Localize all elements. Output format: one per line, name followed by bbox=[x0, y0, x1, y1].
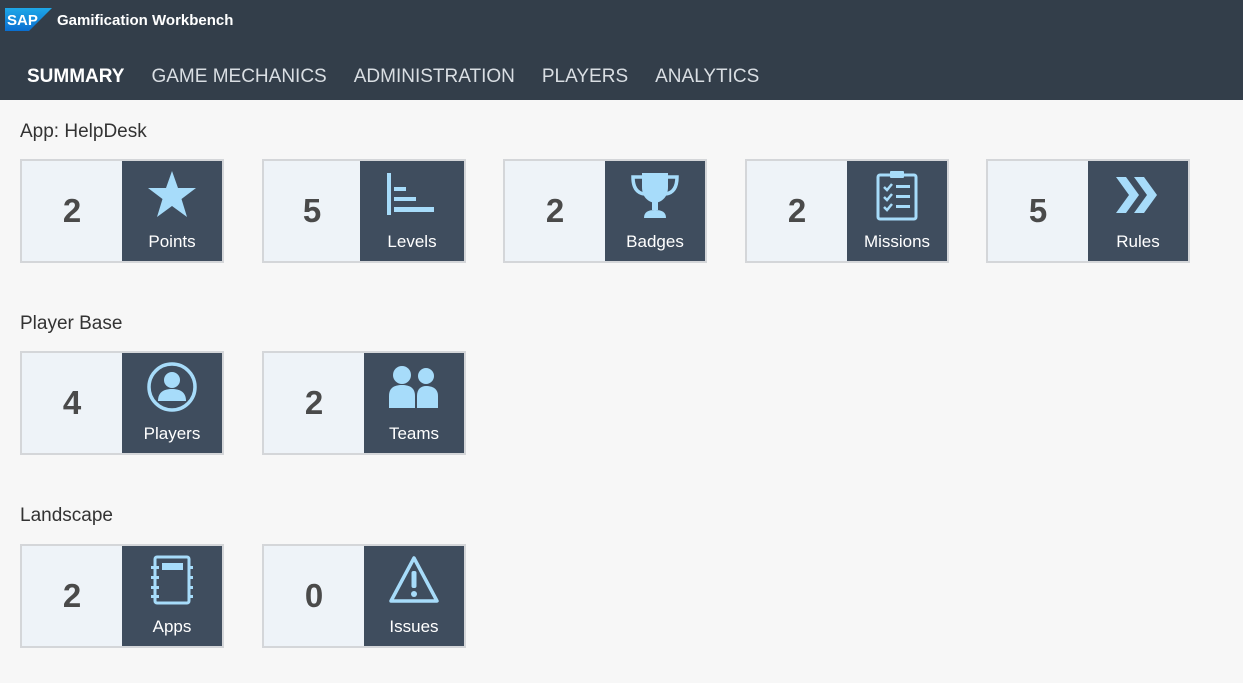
notebook-icon bbox=[151, 555, 193, 605]
tile-rules[interactable]: 5 Rules bbox=[986, 159, 1190, 263]
tile-label: Apps bbox=[152, 617, 192, 636]
tile-panel: Players bbox=[122, 353, 222, 453]
tile-panel: Points bbox=[122, 161, 222, 261]
tab-summary[interactable]: SUMMARY bbox=[27, 66, 124, 88]
group-icon bbox=[389, 366, 438, 408]
shell-header: SAP Gamification Workbench SUMMARY GAME … bbox=[0, 0, 1243, 100]
svg-text:SAP: SAP bbox=[7, 12, 38, 29]
tile-count: 2 bbox=[304, 384, 324, 421]
clipboard-checklist-icon bbox=[876, 171, 918, 221]
tile-count: 0 bbox=[304, 577, 324, 614]
app-title: Gamification Workbench bbox=[57, 12, 234, 29]
tile-count: 2 bbox=[787, 192, 807, 229]
tile-label: Levels bbox=[387, 232, 437, 251]
tile-label: Points bbox=[148, 232, 196, 251]
tab-administration[interactable]: ADMINISTRATION bbox=[354, 66, 515, 88]
tile-label: Issues bbox=[389, 617, 439, 636]
tile-panel: Rules bbox=[1088, 161, 1188, 261]
tile-count: 2 bbox=[62, 192, 82, 229]
tile-panel: Teams bbox=[364, 353, 464, 453]
tile-label: Badges bbox=[626, 232, 684, 251]
tile-label: Rules bbox=[1116, 232, 1160, 251]
section-title-landscape: Landscape bbox=[20, 505, 113, 526]
tile-count: 2 bbox=[62, 577, 82, 614]
main-nav-tabs: SUMMARY GAME MECHANICS ADMINISTRATION PL… bbox=[27, 66, 786, 88]
tile-label: Missions bbox=[863, 232, 931, 251]
levels-icon bbox=[387, 173, 434, 215]
tile-count: 2 bbox=[545, 192, 565, 229]
tile-points[interactable]: 2 Points bbox=[20, 159, 224, 263]
tile-levels[interactable]: 5 Levels bbox=[262, 159, 466, 263]
sap-logo[interactable]: SAP bbox=[5, 8, 52, 31]
tab-analytics[interactable]: ANALYTICS bbox=[655, 66, 759, 88]
tile-badges[interactable]: 2 Badges bbox=[503, 159, 707, 263]
section-title-player-base: Player Base bbox=[20, 313, 123, 334]
person-circle-icon bbox=[147, 362, 197, 412]
tile-missions[interactable]: 2 Missions bbox=[745, 159, 949, 263]
tile-teams[interactable]: 2 Teams bbox=[262, 351, 466, 455]
tile-label: Players bbox=[143, 424, 201, 443]
tab-players[interactable]: PLAYERS bbox=[542, 66, 628, 88]
tile-apps[interactable]: 2 Apps bbox=[20, 544, 224, 648]
tile-count: 5 bbox=[1028, 192, 1048, 229]
tile-panel: Missions bbox=[847, 161, 947, 261]
tile-count: 4 bbox=[62, 384, 82, 421]
tab-game-mechanics[interactable]: GAME MECHANICS bbox=[151, 66, 326, 88]
tile-issues[interactable]: 0 Issues bbox=[262, 544, 466, 648]
warning-triangle-icon bbox=[389, 556, 439, 603]
double-chevron-icon bbox=[1116, 177, 1157, 213]
tile-players[interactable]: 4 Players bbox=[20, 351, 224, 455]
tile-panel: Apps bbox=[122, 546, 222, 646]
star-icon bbox=[148, 171, 196, 217]
trophy-icon bbox=[631, 173, 679, 218]
tile-label: Teams bbox=[388, 424, 440, 443]
tile-panel: Badges bbox=[605, 161, 705, 261]
tile-panel: Levels bbox=[360, 161, 464, 261]
section-title-app: App: HelpDesk bbox=[20, 121, 147, 142]
tile-panel: Issues bbox=[364, 546, 464, 646]
tile-count: 5 bbox=[302, 192, 322, 229]
